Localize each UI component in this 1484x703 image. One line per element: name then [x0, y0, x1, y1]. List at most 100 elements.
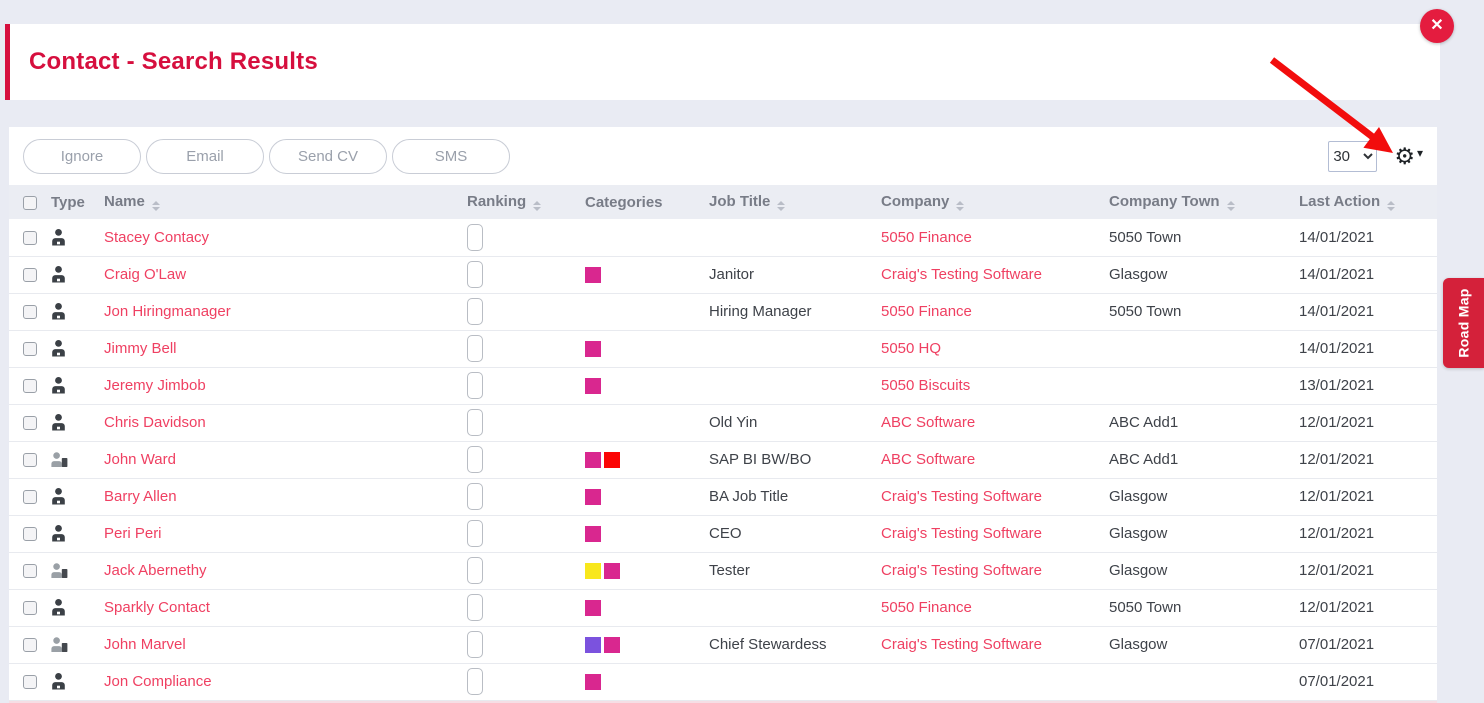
column-label: Company Town: [1109, 193, 1220, 210]
company-town-cell: Glasgow: [1109, 515, 1299, 553]
column-header-company[interactable]: Company: [881, 185, 1109, 219]
page-title: Contact - Search Results: [29, 48, 318, 75]
contact-name-link[interactable]: Jimmy Bell: [104, 340, 177, 357]
company-town-cell: ABC Add1: [1109, 404, 1299, 442]
last-action-cell: 14/01/2021: [1299, 330, 1437, 368]
last-action-cell: 13/01/2021: [1299, 367, 1437, 405]
toolbar-right: 30 ⚙ ▾: [1328, 140, 1423, 172]
column-header-company-town[interactable]: Company Town: [1109, 185, 1299, 219]
job-title-cell: Hiring Manager: [709, 293, 881, 331]
contact-name-link[interactable]: Craig O'Law: [104, 266, 186, 283]
ranking-box[interactable]: [467, 631, 483, 658]
row-checkbox[interactable]: [23, 527, 37, 542]
row-checkbox[interactable]: [23, 342, 37, 357]
categories-cell: [585, 293, 709, 331]
contact-name-link[interactable]: Jon Compliance: [104, 673, 212, 690]
company-town-cell: 5050 Town: [1109, 293, 1299, 331]
contact-name-link[interactable]: John Marvel: [104, 636, 186, 653]
ranking-box[interactable]: [467, 261, 483, 288]
row-checkbox[interactable]: [23, 601, 37, 616]
categories-cell: [585, 515, 709, 553]
contact-name-link[interactable]: Barry Allen: [104, 488, 177, 505]
company-link[interactable]: Craig's Testing Software: [881, 562, 1042, 579]
send-cv-button[interactable]: Send CV: [269, 138, 387, 174]
company-town-cell: Glasgow: [1109, 478, 1299, 516]
column-header-job-title[interactable]: Job Title: [709, 185, 881, 219]
contact-name-link[interactable]: Chris Davidson: [104, 414, 206, 431]
category-swatch-magenta: [604, 637, 620, 654]
sms-button[interactable]: SMS: [392, 138, 510, 174]
company-link[interactable]: Craig's Testing Software: [881, 636, 1042, 653]
ranking-box[interactable]: [467, 372, 483, 399]
contact-name-link[interactable]: Stacey Contacy: [104, 229, 209, 246]
row-checkbox[interactable]: [23, 490, 37, 505]
contact-person-icon: [52, 673, 65, 690]
column-header-type: Type: [51, 185, 104, 219]
category-swatch-purple: [585, 637, 601, 654]
action-buttons: Ignore Email Send CV SMS: [23, 138, 515, 174]
row-checkbox[interactable]: [23, 305, 37, 320]
email-button[interactable]: Email: [146, 138, 264, 174]
ranking-box[interactable]: [467, 223, 483, 251]
ranking-box[interactable]: [467, 335, 483, 362]
contact-name-link[interactable]: Sparkly Contact: [104, 599, 210, 616]
last-action-cell: 12/01/2021: [1299, 552, 1437, 590]
company-link[interactable]: 5050 Finance: [881, 599, 972, 616]
categories-cell: [585, 219, 709, 257]
row-checkbox[interactable]: [23, 638, 37, 653]
ranking-box[interactable]: [467, 446, 483, 473]
ranking-box[interactable]: [467, 483, 483, 510]
ranking-box[interactable]: [467, 668, 483, 695]
settings-button[interactable]: ⚙ ▾: [1394, 144, 1423, 168]
row-checkbox[interactable]: [23, 675, 37, 690]
last-action-cell: 14/01/2021: [1299, 256, 1437, 294]
page-size-select[interactable]: 30: [1328, 140, 1378, 172]
row-checkbox[interactable]: [23, 379, 37, 394]
column-label: Type: [51, 193, 85, 211]
column-header-last-action[interactable]: Last Action: [1299, 185, 1437, 219]
row-checkbox[interactable]: [23, 230, 37, 245]
company-link[interactable]: Craig's Testing Software: [881, 266, 1042, 283]
company-town-cell: [1109, 663, 1299, 701]
close-button[interactable]: ✕: [1420, 9, 1454, 43]
contact-name-link[interactable]: John Ward: [104, 451, 176, 468]
ranking-box[interactable]: [467, 594, 483, 621]
ranking-box[interactable]: [467, 409, 483, 436]
column-label: Last Action: [1299, 193, 1381, 210]
company-link[interactable]: 5050 Biscuits: [881, 377, 970, 394]
company-link[interactable]: Craig's Testing Software: [881, 488, 1042, 505]
contact-name-link[interactable]: Peri Peri: [104, 525, 162, 542]
company-link[interactable]: ABC Software: [881, 414, 975, 431]
ranking-box[interactable]: [467, 557, 483, 584]
job-title-cell: BA Job Title: [709, 478, 881, 516]
table-row: Jack Abernethy Tester Craig's Testing Soft…: [9, 552, 1437, 590]
table-row: Chris Davidson Old Yin ABC Software ABC Add…: [9, 404, 1437, 442]
column-header-ranking[interactable]: Ranking: [467, 185, 585, 219]
category-swatch-yellow: [585, 563, 601, 580]
categories-cell: [585, 367, 709, 405]
categories-cell: [585, 589, 709, 627]
ranking-box[interactable]: [467, 298, 483, 325]
select-all-checkbox[interactable]: [23, 195, 37, 210]
road-map-tab[interactable]: Road Map: [1443, 278, 1484, 368]
company-link[interactable]: Craig's Testing Software: [881, 525, 1042, 542]
contact-name-link[interactable]: Jon Hiringmanager: [104, 303, 231, 320]
row-checkbox[interactable]: [23, 416, 37, 431]
sort-icon: [956, 201, 965, 211]
company-link[interactable]: 5050 Finance: [881, 229, 972, 246]
company-link[interactable]: 5050 Finance: [881, 303, 972, 320]
row-checkbox[interactable]: [23, 268, 37, 283]
ranking-box[interactable]: [467, 520, 483, 547]
ignore-button[interactable]: Ignore: [23, 138, 141, 174]
row-checkbox[interactable]: [23, 453, 37, 468]
row-checkbox[interactable]: [23, 564, 37, 579]
column-header-name[interactable]: Name: [104, 185, 467, 219]
caret-down-icon: ▾: [1416, 146, 1423, 160]
type-cell: [51, 441, 104, 479]
type-cell: [51, 219, 104, 257]
contact-name-link[interactable]: Jeremy Jimbob: [104, 377, 206, 394]
company-link[interactable]: ABC Software: [881, 451, 975, 468]
contact-name-link[interactable]: Jack Abernethy: [104, 562, 207, 579]
job-title-cell: Chief Stewardess: [709, 626, 881, 664]
company-link[interactable]: 5050 HQ: [881, 340, 941, 357]
